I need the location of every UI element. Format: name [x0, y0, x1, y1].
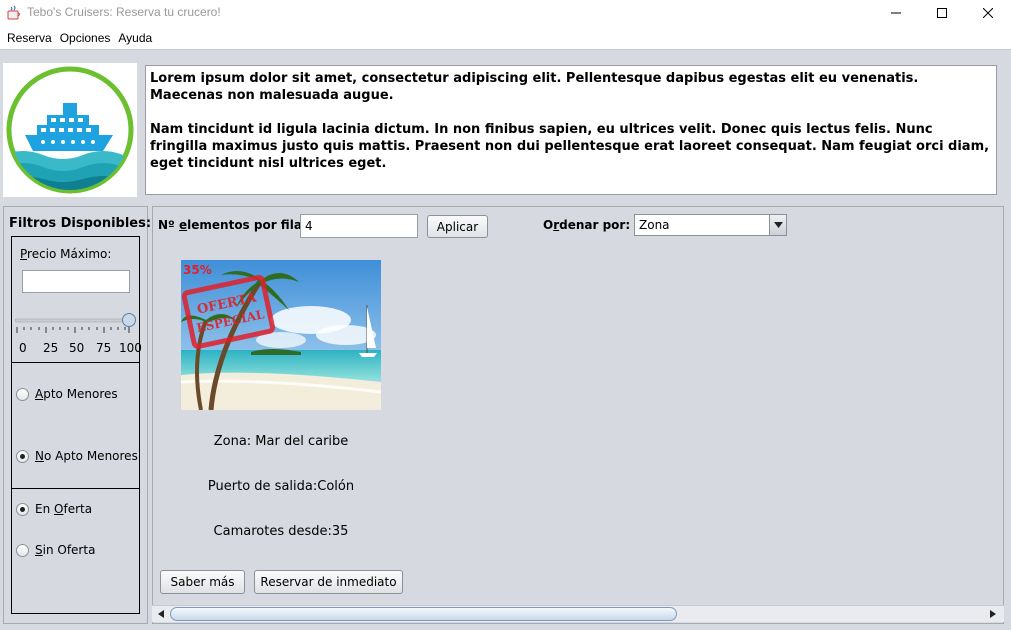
title-bar: Tebo's Cruisers: Reserva tu crucero!	[0, 0, 1011, 26]
discount-badge: 35%	[183, 263, 212, 277]
price-label-rest: recio Máximo:	[27, 247, 112, 261]
menu-opciones[interactable]: Opciones	[60, 31, 111, 45]
minors-filter-group	[11, 362, 140, 489]
elements-per-row-input[interactable]	[300, 214, 418, 238]
sort-by-label: Ordenar por:	[543, 218, 631, 232]
no-apto-menores-radio[interactable]	[16, 450, 29, 463]
slider-tick-labels: 0 25 50 75 100	[16, 341, 142, 356]
cruise-ship-logo-icon	[6, 66, 134, 194]
description-paragraph: Nam tincidunt id ligula lacinia dictum. …	[150, 122, 990, 171]
elements-per-row-label: Nº elementos por fila	[158, 218, 302, 232]
menu-reserva[interactable]: Reserva	[7, 31, 52, 45]
close-button[interactable]	[965, 0, 1011, 26]
minimize-icon	[891, 12, 901, 14]
card-zone: Zona: Mar del caribe	[213, 434, 349, 449]
horizontal-scrollbar[interactable]	[152, 605, 1004, 622]
filters-title: Filtros Disponibles:	[9, 216, 152, 231]
maximize-icon	[937, 8, 947, 18]
description-text: Lorem ipsum dolor sit amet, consectetur …	[145, 65, 997, 195]
card-departure-port: Puerto de salida:Colón	[207, 479, 355, 494]
sin-oferta-radio[interactable]	[16, 544, 29, 557]
slider-tick-label: 100	[119, 341, 142, 355]
menu-ayuda[interactable]: Ayuda	[118, 31, 152, 45]
description-paragraph: Lorem ipsum dolor sit amet, consectetur …	[150, 71, 919, 103]
minimize-button[interactable]	[873, 0, 919, 26]
price-label: Precio Máximo:	[20, 247, 112, 261]
java-cup-icon	[7, 5, 20, 20]
close-icon	[983, 8, 993, 18]
apto-menores-radio[interactable]	[16, 388, 29, 401]
slider-tick-label: 75	[96, 341, 112, 355]
apply-button[interactable]: Aplicar	[427, 215, 488, 238]
scroll-left-icon[interactable]	[154, 607, 168, 621]
max-price-input[interactable]	[22, 270, 130, 293]
slider-tick-label: 25	[43, 341, 59, 355]
card-cabins: Camarotes desde:35	[213, 524, 349, 539]
beach-offer-image: OFERTA ESPECIAL 35%	[181, 260, 381, 410]
en-oferta-radio[interactable]	[16, 503, 29, 516]
scroll-right-icon[interactable]	[986, 607, 1000, 621]
slider-tick-label: 50	[69, 341, 85, 355]
scrollbar-thumb[interactable]	[170, 607, 677, 621]
sin-oferta-label: Sin Oferta	[35, 543, 96, 557]
sort-by-value: Zona	[639, 218, 670, 232]
maximize-button[interactable]	[919, 0, 965, 26]
no-apto-menores-label: No Apto Menores	[35, 449, 138, 463]
slider-tick-label: 0	[19, 341, 27, 355]
apto-menores-label: Apto Menores	[35, 387, 118, 401]
more-info-button[interactable]: Saber más	[160, 570, 245, 594]
chevron-down-icon	[769, 215, 786, 235]
price-slider[interactable]	[14, 312, 137, 342]
logo	[3, 63, 137, 197]
book-now-button[interactable]: Reservar de inmediato	[254, 570, 403, 594]
en-oferta-label: En Oferta	[35, 502, 93, 516]
cruise-image[interactable]: OFERTA ESPECIAL 35%	[181, 260, 381, 410]
sort-by-select[interactable]: Zona	[634, 214, 787, 236]
window-title: Tebo's Cruisers: Reserva tu crucero!	[27, 5, 221, 19]
menu-bar: Reserva Opciones Ayuda	[0, 26, 1011, 50]
